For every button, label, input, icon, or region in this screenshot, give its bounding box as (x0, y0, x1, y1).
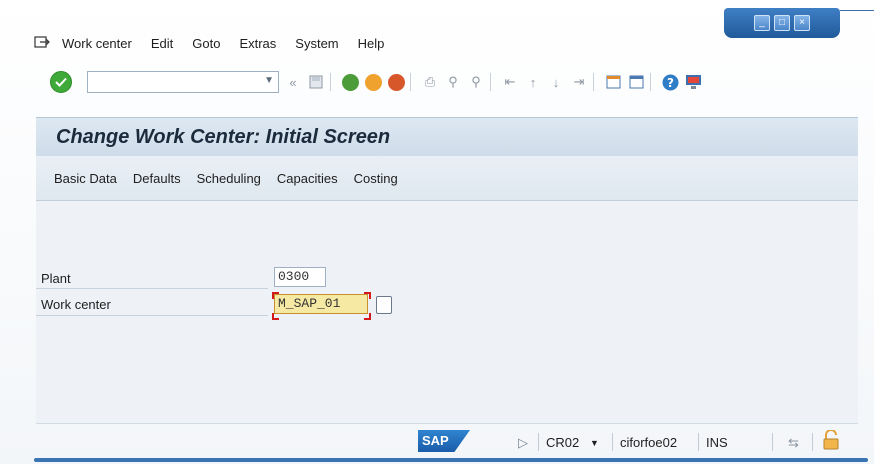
focus-corner (272, 292, 279, 299)
print-icon[interactable]: ⎙ (421, 73, 439, 91)
status-separator (538, 433, 539, 451)
menu-work-center[interactable]: Work center (62, 36, 132, 51)
standard-toolbar: ▼ « ⎙ ⚲ ⚲ ⇤ ↑ ↓ ⇥ ? (50, 68, 702, 96)
toolbar-separator (593, 73, 594, 91)
window-controls: _ □ × (724, 8, 840, 38)
window-bottom-border (34, 458, 868, 462)
window-border (840, 10, 874, 11)
plant-field[interactable]: 0300 (274, 267, 326, 287)
menu-system[interactable]: System (295, 36, 338, 51)
plant-label: Plant (41, 271, 71, 286)
menu-extras[interactable]: Extras (239, 36, 276, 51)
system-menu-icon[interactable] (34, 36, 50, 50)
label-underline (36, 315, 268, 316)
cancel-icon[interactable] (387, 73, 405, 91)
status-separator (612, 433, 613, 451)
chevron-down-icon[interactable]: ▼ (264, 75, 274, 86)
focus-corner (272, 313, 279, 320)
previous-page-icon[interactable]: ↑ (524, 73, 542, 91)
enter-icon[interactable] (50, 71, 72, 93)
capacities-button[interactable]: Capacities (277, 171, 338, 186)
menu-bar: Work center Edit Goto Extras System Help (34, 33, 403, 53)
screen-title-bar: Change Work Center: Initial Screen (36, 117, 858, 156)
help-icon[interactable]: ? (661, 73, 679, 91)
menu-help[interactable]: Help (358, 36, 385, 51)
status-separator (772, 433, 773, 451)
server-name: ciforfoe02 (620, 435, 678, 450)
focus-corner (364, 292, 371, 299)
exit-icon[interactable] (364, 73, 382, 91)
maximize-icon[interactable]: □ (774, 15, 790, 31)
transaction-code: CR02 (546, 435, 580, 450)
back-arrows-icon[interactable]: « (284, 73, 302, 91)
toolbar-separator (410, 73, 411, 91)
toolbar-separator (490, 73, 491, 91)
menu-goto[interactable]: Goto (192, 36, 220, 51)
work-center-label: Work center (41, 297, 111, 312)
next-page-icon[interactable]: ↓ (547, 73, 565, 91)
basic-data-button[interactable]: Basic Data (54, 171, 117, 186)
chevron-down-icon[interactable]: ▼ (590, 438, 599, 448)
status-expand-icon[interactable]: ▷ (518, 435, 528, 451)
value-help-icon[interactable] (376, 296, 392, 314)
command-field[interactable]: ▼ (87, 71, 279, 93)
back-icon[interactable] (341, 73, 359, 91)
customize-layout-icon[interactable] (684, 73, 702, 91)
close-icon[interactable]: × (794, 15, 810, 31)
network-icon: ⇆ (788, 435, 799, 450)
scheduling-button[interactable]: Scheduling (197, 171, 261, 186)
minimize-icon[interactable]: _ (754, 15, 770, 31)
lock-icon[interactable] (822, 429, 840, 453)
find-next-icon[interactable]: ⚲ (467, 73, 485, 91)
label-underline (36, 288, 268, 289)
menu-edit[interactable]: Edit (151, 36, 173, 51)
svg-text:?: ? (667, 76, 674, 90)
save-icon[interactable] (307, 73, 325, 91)
shortcut-icon[interactable] (627, 73, 645, 91)
toolbar-separator (650, 73, 651, 91)
status-separator (812, 433, 813, 451)
find-icon[interactable]: ⚲ (444, 73, 462, 91)
first-page-icon[interactable]: ⇤ (501, 73, 519, 91)
last-page-icon[interactable]: ⇥ (570, 73, 588, 91)
selection-screen: Plant 0300 Work center M_SAP_01 (36, 201, 858, 424)
insert-mode: INS (706, 435, 728, 450)
status-separator (698, 433, 699, 451)
work-center-field[interactable]: M_SAP_01 (274, 294, 368, 314)
focus-corner (364, 313, 371, 320)
toolbar-separator (330, 73, 331, 91)
application-toolbar: Basic Data Defaults Scheduling Capacitie… (36, 156, 858, 201)
sap-window: _ □ × Work center Edit Goto Extras Syste… (0, 0, 874, 464)
create-session-icon[interactable] (604, 73, 622, 91)
page-title: Change Work Center: Initial Screen (56, 126, 391, 148)
defaults-button[interactable]: Defaults (133, 171, 181, 186)
costing-button[interactable]: Costing (354, 171, 398, 186)
